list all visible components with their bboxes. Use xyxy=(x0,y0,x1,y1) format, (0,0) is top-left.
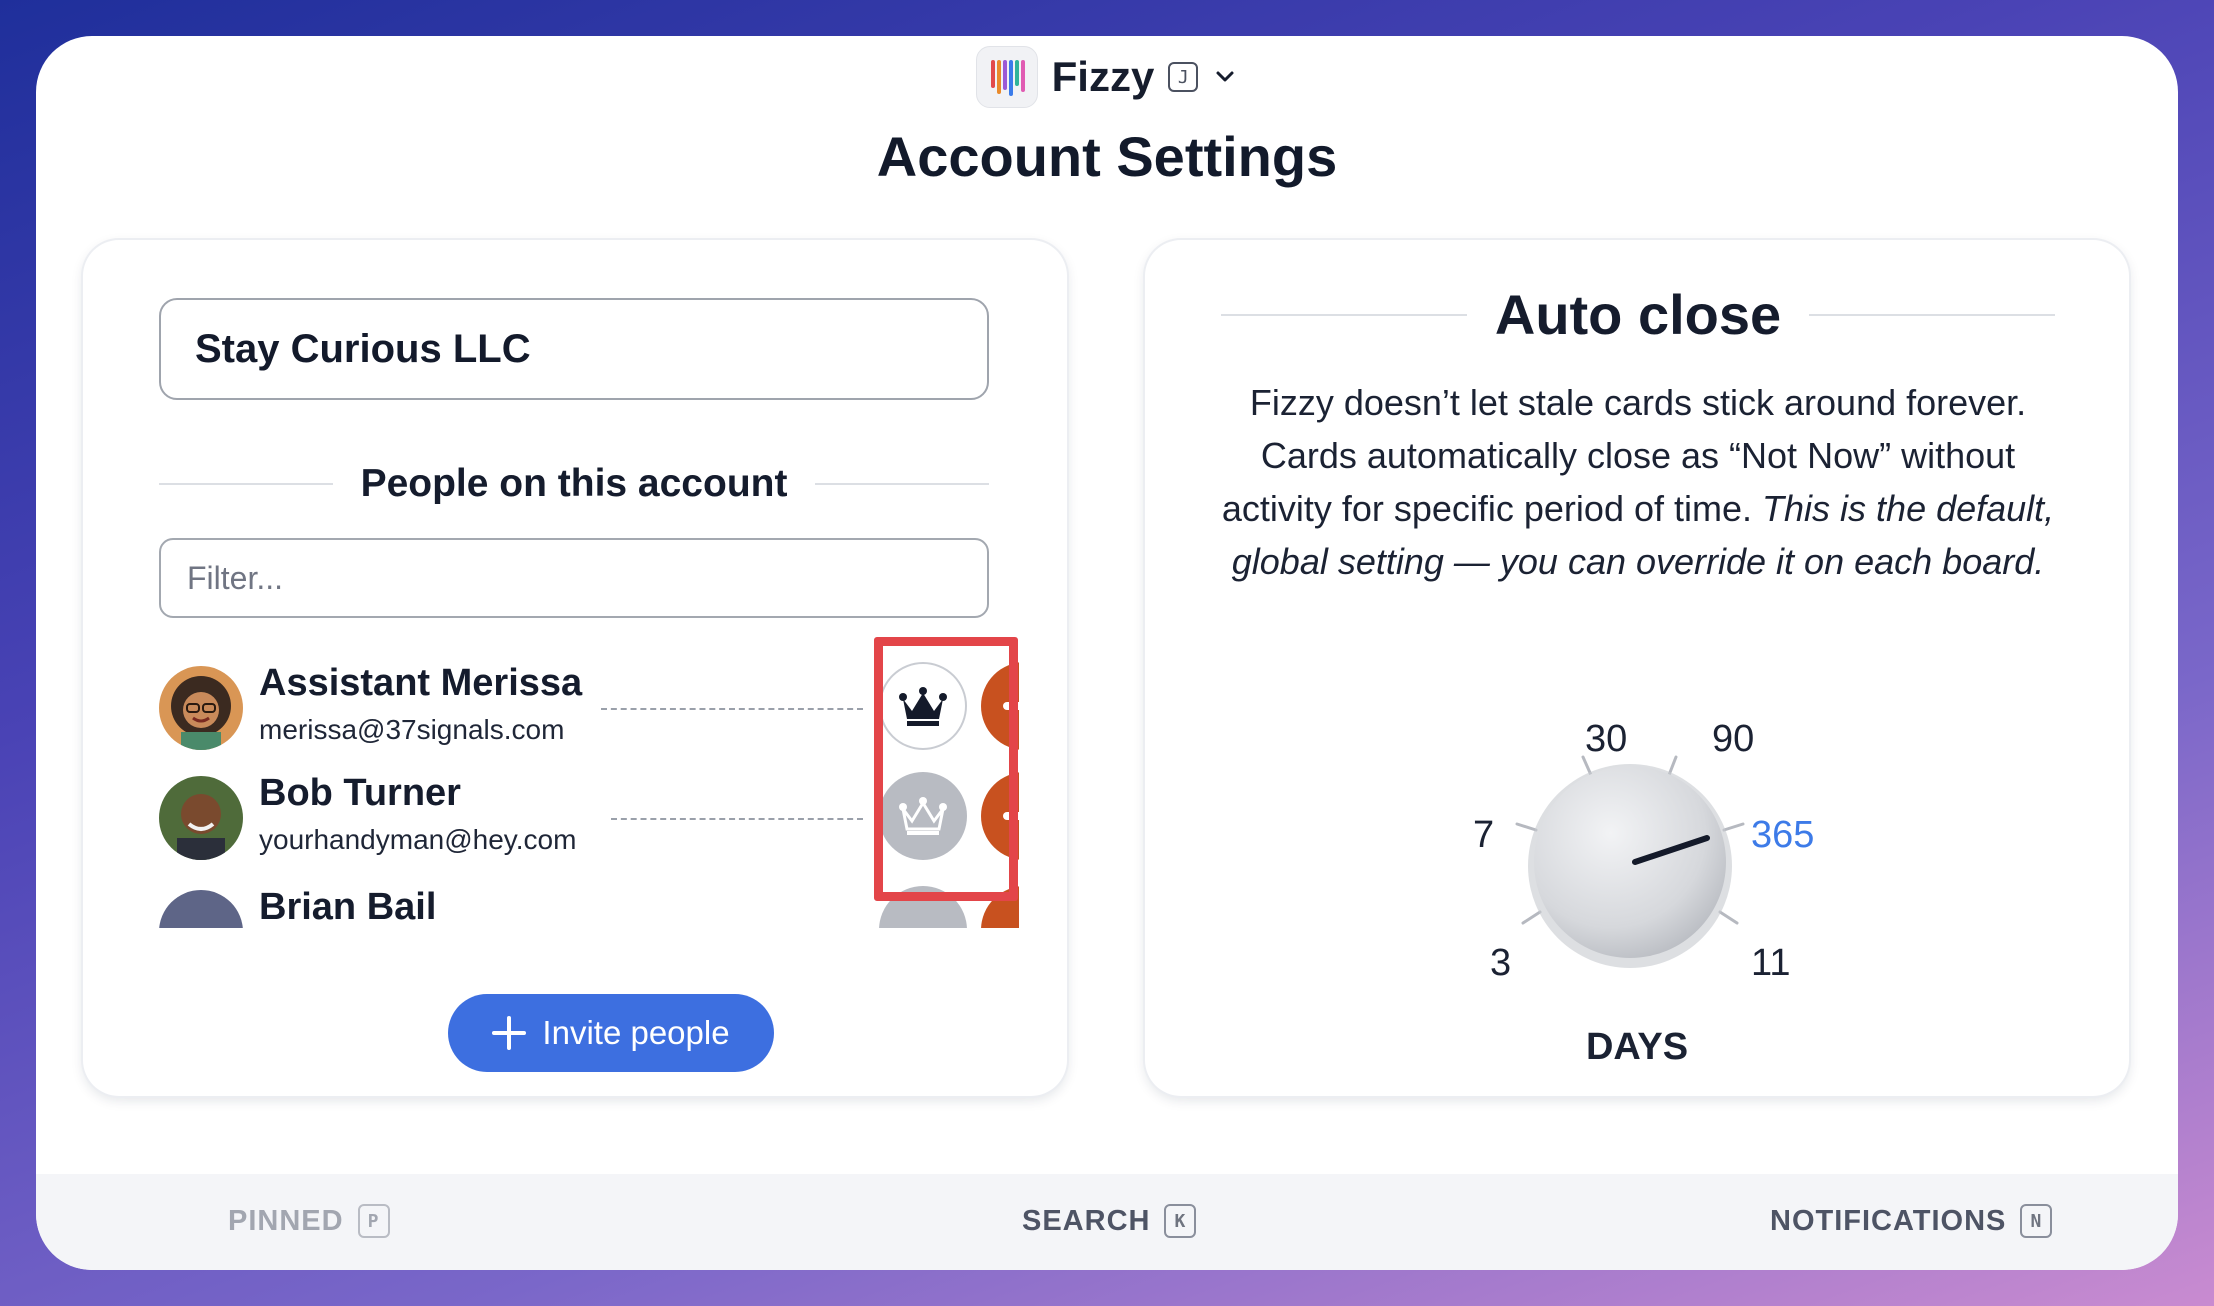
dial-option-11[interactable]: 11 xyxy=(1751,942,1790,985)
bottom-nav: PINNED P SEARCH K NOTIFICATIONS N xyxy=(36,1174,2178,1270)
dial-option-90[interactable]: 90 xyxy=(1712,718,1754,761)
dial-option-3[interactable]: 3 xyxy=(1490,942,1511,985)
dial-option-30[interactable]: 30 xyxy=(1585,718,1627,761)
dial-knob xyxy=(1534,766,1726,958)
divider xyxy=(601,708,863,710)
shortcut-key: J xyxy=(1168,62,1199,92)
person-email: merissa@37signals.com xyxy=(259,714,565,745)
chevron-down-icon[interactable] xyxy=(1212,64,1238,90)
people-heading: People on this account xyxy=(159,462,990,506)
nav-search-label: SEARCH xyxy=(1022,1204,1151,1237)
auto-close-dial[interactable] xyxy=(1145,240,2129,1096)
app-window: Fizzy J Account Settings Stay Curious LL… xyxy=(36,36,2178,1270)
divider xyxy=(159,483,333,485)
days-label: DAYS xyxy=(1585,1026,1689,1068)
fizzy-logo-icon xyxy=(975,46,1038,108)
app-name: Fizzy xyxy=(1051,53,1155,100)
dial-option-7[interactable]: 7 xyxy=(1473,814,1494,857)
invite-people-button[interactable]: Invite people xyxy=(448,994,774,1072)
plus-icon xyxy=(492,1016,527,1050)
person-name: Assistant Merissa xyxy=(259,662,583,704)
invite-label: Invite people xyxy=(542,1014,730,1051)
person-name: Bob Turner xyxy=(259,772,461,814)
account-name-field[interactable]: Stay Curious LLC xyxy=(159,298,989,400)
people-heading-text: People on this account xyxy=(360,462,788,505)
avatar xyxy=(159,666,243,750)
nav-pinned[interactable]: PINNED P xyxy=(228,1204,390,1238)
header: Fizzy J Account Settings xyxy=(36,36,2178,236)
page-title: Account Settings xyxy=(876,125,1338,188)
nav-pinned-label: PINNED xyxy=(228,1204,344,1237)
dial-option-365[interactable]: 365 xyxy=(1751,814,1814,857)
app-switcher[interactable]: Fizzy J xyxy=(36,46,2178,108)
nav-notifications-label: NOTIFICATIONS xyxy=(1770,1204,2007,1237)
person-name: Brian Bail xyxy=(259,886,437,928)
nav-notifications[interactable]: NOTIFICATIONS N xyxy=(1770,1204,2053,1238)
shortcut-key: P xyxy=(357,1204,390,1238)
avatar xyxy=(159,890,243,928)
nav-search[interactable]: SEARCH K xyxy=(1022,1204,1197,1238)
divider xyxy=(611,818,863,820)
person-email: yourhandyman@hey.com xyxy=(259,824,577,855)
auto-close-card: Auto close Fizzy doesn’t let stale cards… xyxy=(1145,240,2129,1096)
highlight-box xyxy=(874,637,1018,901)
shortcut-key: N xyxy=(2020,1204,2053,1238)
avatar xyxy=(159,776,243,860)
shortcut-key: K xyxy=(1164,1204,1197,1238)
filter-input[interactable] xyxy=(159,538,989,618)
divider xyxy=(815,483,990,485)
